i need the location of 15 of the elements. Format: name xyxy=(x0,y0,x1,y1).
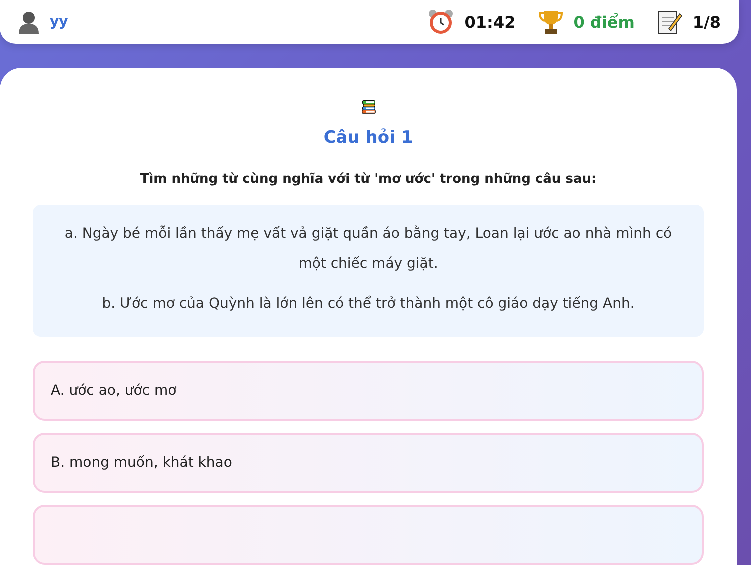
question-counter: 1/8 xyxy=(692,12,721,32)
passage-text: a. Ngày bé mỗi lần thấy mẹ vất vả giặt quần áo bằng tay, Loan lại ước ao nhà mình có một chiếc máy giặt. xyxy=(64,224,674,274)
passage-text: b. Ước mơ của Quỳnh là lớn lên có thể trở thành một cô giáo dạy tiếng Anh. xyxy=(101,294,636,314)
answer-option[interactable]: A. ước ao, ước mơ xyxy=(33,361,704,421)
score: 0 điểm xyxy=(574,12,635,32)
username: yy xyxy=(50,14,68,30)
question-prompt: Tìm những từ cùng nghĩa với từ 'mơ ước' trong những câu sau: xyxy=(140,172,597,187)
trophy-icon xyxy=(538,9,564,35)
answer-option[interactable]: B. mong muốn, khát khao xyxy=(33,433,704,493)
person-icon xyxy=(18,10,40,34)
question-title: Câu hỏi 1 xyxy=(324,128,414,148)
timer: 01:42 xyxy=(464,12,516,32)
alarm-clock-icon xyxy=(426,9,455,35)
answer-option[interactable] xyxy=(33,505,704,565)
notepad-pencil-icon xyxy=(656,9,683,35)
